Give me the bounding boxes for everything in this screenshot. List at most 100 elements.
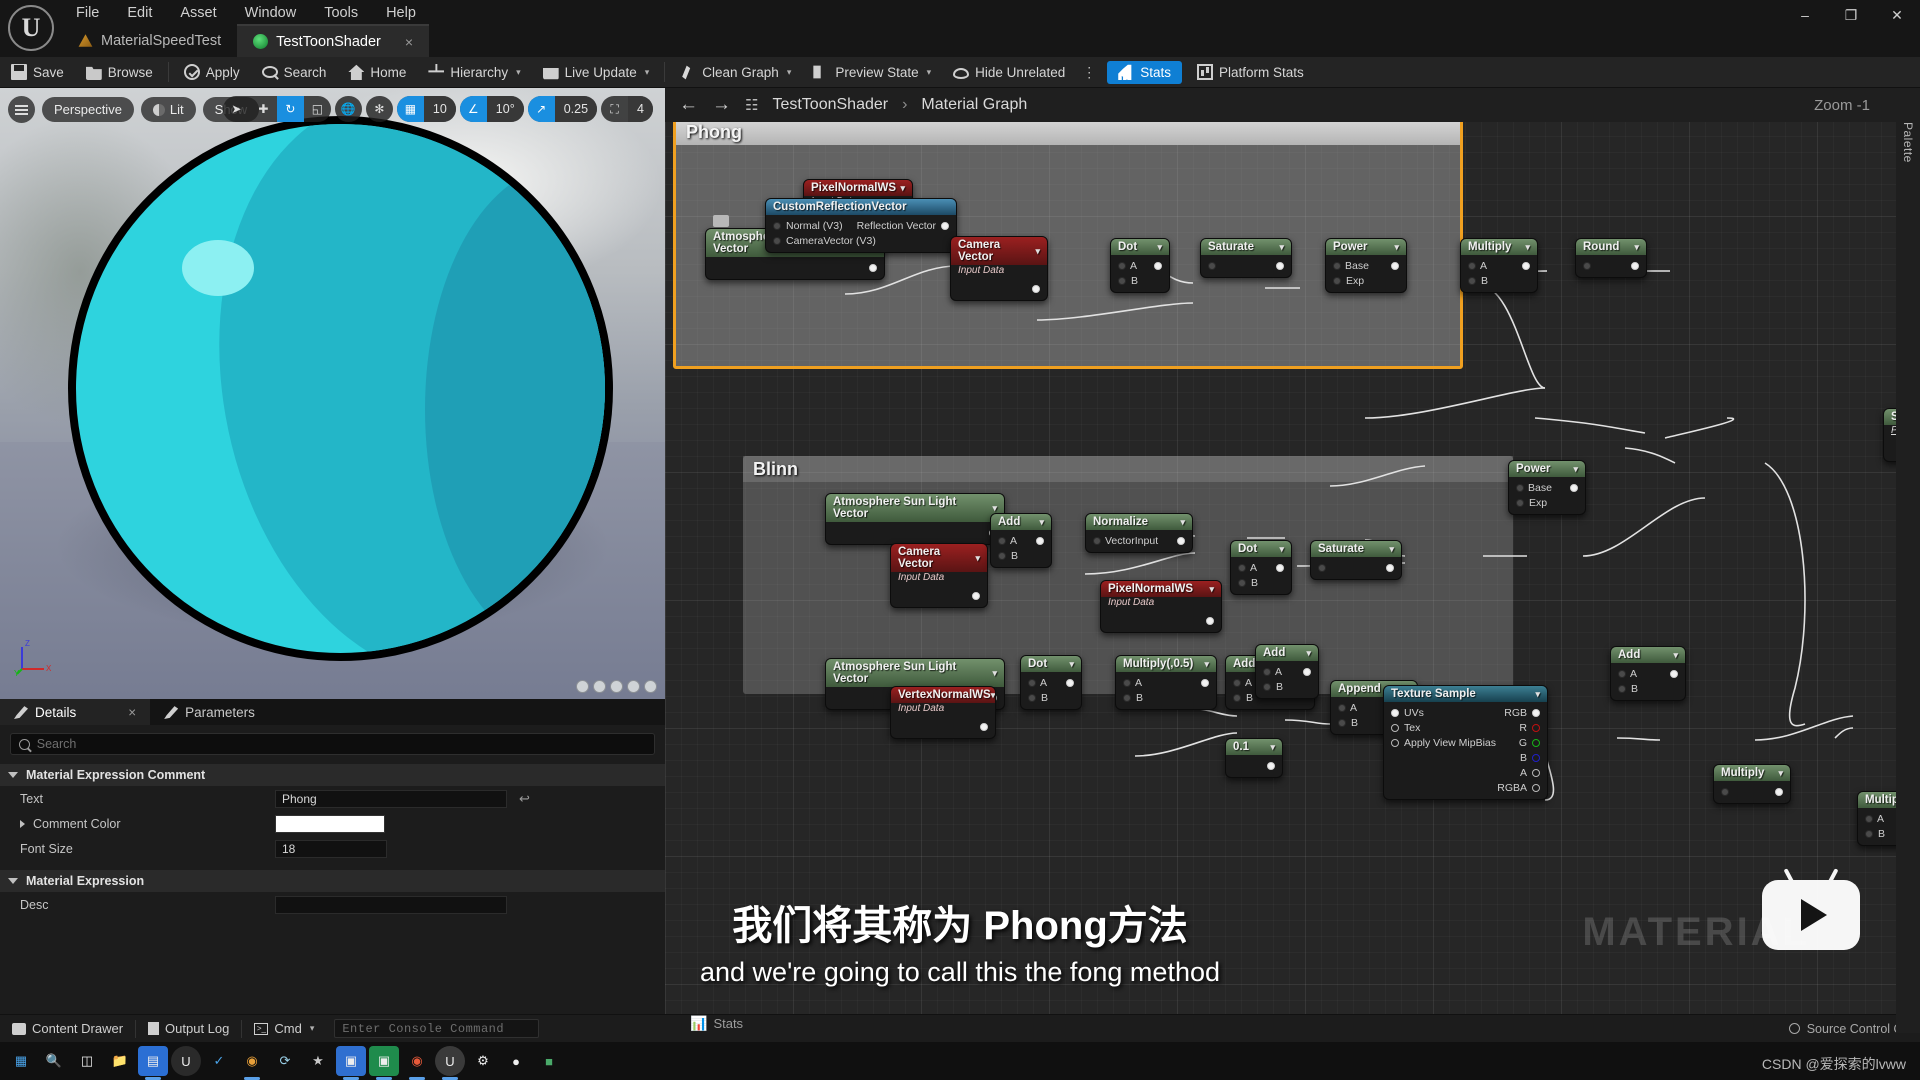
chevron-down-icon[interactable]: ▾ bbox=[1535, 689, 1540, 700]
node-pin-row[interactable]: B bbox=[1021, 690, 1081, 705]
viewport-widget-3[interactable] bbox=[610, 680, 623, 693]
node-pin-row[interactable]: VectorInput bbox=[1086, 533, 1192, 548]
maximize-button[interactable]: ❐ bbox=[1828, 0, 1874, 30]
camera-speed-value[interactable]: 4 bbox=[628, 96, 653, 122]
node-output-pin[interactable] bbox=[891, 588, 987, 603]
content-drawer-button[interactable]: Content Drawer bbox=[0, 1015, 135, 1043]
node-vertexnormalws[interactable]: VertexNormalWS ▾ Input Data bbox=[890, 686, 996, 739]
chevron-down-icon[interactable]: ▾ bbox=[992, 503, 997, 514]
chevron-down-icon[interactable]: ▾ bbox=[1279, 544, 1284, 555]
menu-help[interactable]: Help bbox=[372, 1, 430, 25]
node-pin-row[interactable]: Tex R bbox=[1384, 720, 1547, 735]
palette-rail[interactable]: Palette bbox=[1896, 88, 1920, 1033]
node-normalize[interactable]: Normalize ▾ VectorInput bbox=[1085, 513, 1193, 553]
tab-details[interactable]: Details × bbox=[0, 699, 151, 725]
node-output-pin[interactable] bbox=[706, 260, 884, 275]
app-icon-badge[interactable]: ★ bbox=[303, 1046, 333, 1076]
grid-snap-icon[interactable]: ▦ bbox=[396, 96, 424, 122]
node-power-1[interactable]: Power ▾ Base Exp bbox=[1325, 238, 1407, 293]
forward-button[interactable]: → bbox=[712, 94, 731, 116]
menu-asset[interactable]: Asset bbox=[166, 1, 230, 25]
chevron-down-icon[interactable]: ▾ bbox=[1270, 742, 1275, 753]
color-swatch[interactable] bbox=[275, 814, 385, 833]
chevron-down-icon[interactable]: ▾ bbox=[1279, 242, 1284, 253]
app-icon-misc[interactable]: ● bbox=[501, 1046, 531, 1076]
chevron-right-icon[interactable] bbox=[20, 819, 25, 828]
node-pin-row[interactable]: Apply View MipBias G bbox=[1384, 735, 1547, 750]
back-button[interactable]: ← bbox=[679, 94, 698, 116]
node-pin-row[interactable]: Exp bbox=[1326, 273, 1406, 288]
app-icon-spiral[interactable]: ⟳ bbox=[270, 1046, 300, 1076]
node-pixelnormalws-2[interactable]: PixelNormalWS ▾ Input Data bbox=[1100, 580, 1222, 633]
node-pin-row[interactable]: CameraVector (V3) bbox=[766, 233, 956, 248]
asset-tab-testtoonshader[interactable]: TestToonShader × bbox=[237, 24, 430, 57]
node-atmosphere-sun-light-vector-2[interactable]: Atmosphere Sun Light Vector ▾ bbox=[825, 493, 1005, 545]
node-pin-row[interactable]: Exp bbox=[1509, 495, 1585, 510]
chevron-down-icon[interactable]: ▾ bbox=[1204, 659, 1209, 670]
node-customreflectionvector[interactable]: CustomReflectionVector Normal (V3) Refle… bbox=[765, 198, 957, 253]
node-pin-row[interactable]: UVs RGB bbox=[1384, 705, 1547, 720]
node-pin-row[interactable]: B bbox=[1116, 690, 1216, 705]
home-button[interactable]: Home bbox=[337, 57, 417, 88]
taskbar-search-icon[interactable]: 🔍 bbox=[39, 1046, 69, 1076]
node-saturate-1[interactable]: Saturate ▾ bbox=[1200, 238, 1292, 278]
node-camera-vector-2[interactable]: Camera Vector ▾ Input Data bbox=[890, 543, 988, 608]
menu-file[interactable]: File bbox=[62, 1, 113, 25]
node-output-pin[interactable] bbox=[1101, 613, 1221, 628]
camera-icon[interactable]: ⛶ bbox=[601, 96, 628, 122]
viewport-widget-2[interactable] bbox=[593, 680, 606, 693]
cmd-button[interactable]: >_ Cmd ▾ bbox=[242, 1015, 326, 1043]
preview-state-button[interactable]: Preview State ▾ bbox=[802, 57, 942, 88]
preview-sphere[interactable] bbox=[68, 116, 613, 661]
node-pin-row[interactable]: B bbox=[1111, 273, 1169, 288]
chevron-down-icon[interactable]: ▾ bbox=[310, 1023, 315, 1034]
viewport-widget-1[interactable] bbox=[576, 680, 589, 693]
material-graph-canvas[interactable]: Phong Blinn PixelNormalWS ▾ Input Data A… bbox=[665, 88, 1920, 1033]
app-icon-blue[interactable]: ▣ bbox=[336, 1046, 366, 1080]
app-icon-check[interactable]: ✓ bbox=[204, 1046, 234, 1076]
node-multiply-1[interactable]: Multiply ▾ A B bbox=[1460, 238, 1538, 293]
node-pin-row[interactable]: A bbox=[1116, 675, 1216, 690]
chevron-down-icon[interactable]: ▾ bbox=[1778, 768, 1783, 779]
node-pin-row[interactable]: RGBA bbox=[1384, 780, 1547, 795]
node-pin-row[interactable]: A bbox=[1461, 258, 1537, 273]
chevron-down-icon[interactable]: ▾ bbox=[975, 553, 980, 564]
node-pin-row[interactable]: B bbox=[1461, 273, 1537, 288]
node-add-1[interactable]: Add ▾ A B bbox=[990, 513, 1052, 568]
search-input[interactable] bbox=[36, 737, 646, 751]
grid-snap-value[interactable]: 10 bbox=[423, 96, 456, 122]
text-field[interactable]: Phong bbox=[275, 789, 507, 808]
stats-button[interactable]: Stats bbox=[1107, 60, 1182, 84]
node-multiply-3[interactable]: Multiply ▾ bbox=[1713, 764, 1791, 804]
live-update-button[interactable]: Live Update ▾ bbox=[532, 57, 661, 88]
font-size-field[interactable]: 18 bbox=[275, 839, 387, 858]
node-pin-row[interactable]: B bbox=[1384, 750, 1547, 765]
toolbar-overflow-button[interactable]: ⋮ bbox=[1076, 64, 1103, 81]
node-texture-sample[interactable]: Texture Sample ▾ UVs RGB Tex R Apply Vie… bbox=[1383, 685, 1548, 800]
angle-snap-value[interactable]: 10° bbox=[486, 96, 524, 122]
tab-parameters[interactable]: Parameters bbox=[150, 699, 269, 725]
surface-snap-icon[interactable]: ✻ bbox=[366, 96, 393, 122]
chevron-down-icon[interactable]: ▾ bbox=[1306, 648, 1311, 659]
close-button[interactable]: ✕ bbox=[1874, 0, 1920, 30]
app-icon-1[interactable]: ▤ bbox=[138, 1046, 168, 1080]
chevron-down-icon[interactable]: ▾ bbox=[1039, 517, 1044, 528]
viewport-perspective-button[interactable]: Perspective bbox=[42, 97, 134, 122]
node-pin-row[interactable]: A bbox=[1231, 560, 1291, 575]
hide-unrelated-button[interactable]: Hide Unrelated bbox=[942, 57, 1076, 88]
save-button[interactable]: Save bbox=[0, 57, 75, 88]
angle-snap-icon[interactable]: ∠ bbox=[459, 96, 487, 122]
viewport-widget-5[interactable] bbox=[644, 680, 657, 693]
material-preview-viewport[interactable]: Perspective Lit Show ➤ ✚ ↻ ◱ 🌐 ✻ ▦ 1 bbox=[0, 88, 665, 699]
node-dot-2[interactable]: Dot ▾ A B bbox=[1230, 540, 1292, 595]
chevron-down-icon[interactable]: ▾ bbox=[1573, 464, 1578, 475]
viewport-widget-4[interactable] bbox=[627, 680, 640, 693]
search-button[interactable]: Search bbox=[251, 57, 338, 88]
select-tool-icon[interactable]: ➤ bbox=[223, 96, 250, 122]
rotate-tool-icon[interactable]: ↻ bbox=[276, 96, 304, 122]
task-view-icon[interactable]: ◫ bbox=[72, 1046, 102, 1076]
unreal-launcher-icon[interactable]: U bbox=[171, 1046, 201, 1076]
node-add-3[interactable]: Add ▾ A B bbox=[1610, 646, 1686, 701]
node-pin-row[interactable]: B bbox=[1231, 575, 1291, 590]
chevron-down-icon[interactable]: ▾ bbox=[1525, 242, 1530, 253]
